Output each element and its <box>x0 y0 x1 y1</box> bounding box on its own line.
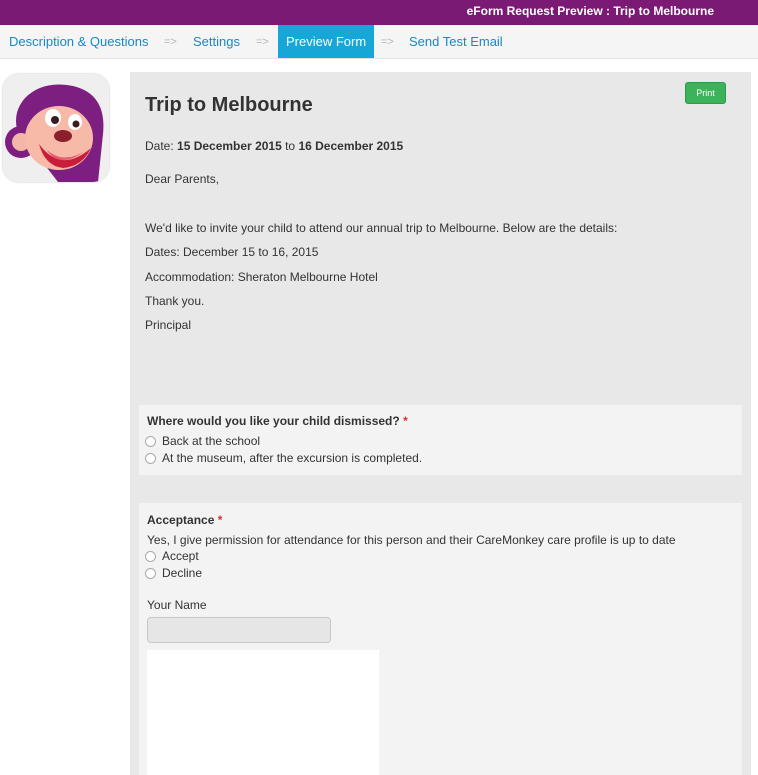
body-paragraph: Accommodation: Sheraton Melbourne Hotel <box>145 270 378 284</box>
form-preview-panel: Print Trip to Melbourne Date: 15 Decembe… <box>130 72 751 775</box>
date-prefix: Date: <box>145 139 178 153</box>
nav-separator: => <box>256 36 269 48</box>
date-connector: to <box>281 139 299 153</box>
date-line: Date: 15 December 2015 to 16 December 20… <box>145 139 403 153</box>
page-header-title: eForm Request Preview : Trip to Melbourn… <box>466 4 714 18</box>
dismissal-option-museum[interactable]: At the museum, after the excursion is co… <box>145 450 422 466</box>
monkey-logo-icon <box>3 74 109 182</box>
radio-button[interactable] <box>145 567 156 579</box>
caremonkey-logo <box>3 74 109 182</box>
body-paragraph: Thank you. <box>145 294 205 308</box>
required-mark: * <box>217 513 223 527</box>
tab-settings[interactable]: Settings <box>193 25 240 58</box>
form-title: Trip to Melbourne <box>145 94 313 116</box>
signature-pad[interactable] <box>147 650 379 775</box>
top-bar: eForm Request Preview : Trip to Melbourn… <box>0 0 758 25</box>
acceptance-option-decline[interactable]: Decline <box>145 565 202 581</box>
body-paragraph: Principal <box>145 318 192 332</box>
date-from: 15 December 2015 <box>177 139 282 153</box>
acceptance-question-label: Acceptance * <box>147 513 223 527</box>
tab-send-test-email[interactable]: Send Test Email <box>409 25 503 58</box>
body-paragraph: Dates: December 15 to 16, 2015 <box>145 245 319 259</box>
acceptance-question-panel: Acceptance * Yes, I give permission for … <box>139 503 742 775</box>
your-name-label: Your Name <box>147 598 207 612</box>
acceptance-option-accept[interactable]: Accept <box>145 548 199 564</box>
radio-button[interactable] <box>145 435 156 447</box>
radio-button[interactable] <box>145 550 156 562</box>
radio-button[interactable] <box>145 452 156 464</box>
print-button[interactable]: Print <box>685 82 726 104</box>
tab-preview-form[interactable]: Preview Form <box>278 25 375 58</box>
date-to: 16 December 2015 <box>298 139 404 153</box>
dismissal-question-panel: Where would you like your child dismisse… <box>139 405 742 475</box>
wizard-nav: Description & Questions => Settings => P… <box>0 25 758 59</box>
nav-separator: => <box>381 36 394 48</box>
greeting: Dear Parents, <box>145 172 220 186</box>
dismissal-option-school[interactable]: Back at the school <box>145 433 260 449</box>
nav-separator: => <box>164 36 177 48</box>
your-name-input[interactable] <box>147 617 331 643</box>
acceptance-statement: Yes, I give permission for attendance fo… <box>147 533 676 547</box>
body-paragraph: We'd like to invite your child to attend… <box>145 221 618 235</box>
required-mark: * <box>403 414 408 428</box>
dismissal-question-label: Where would you like your child dismisse… <box>147 414 408 428</box>
tab-description-questions[interactable]: Description & Questions <box>9 25 148 58</box>
